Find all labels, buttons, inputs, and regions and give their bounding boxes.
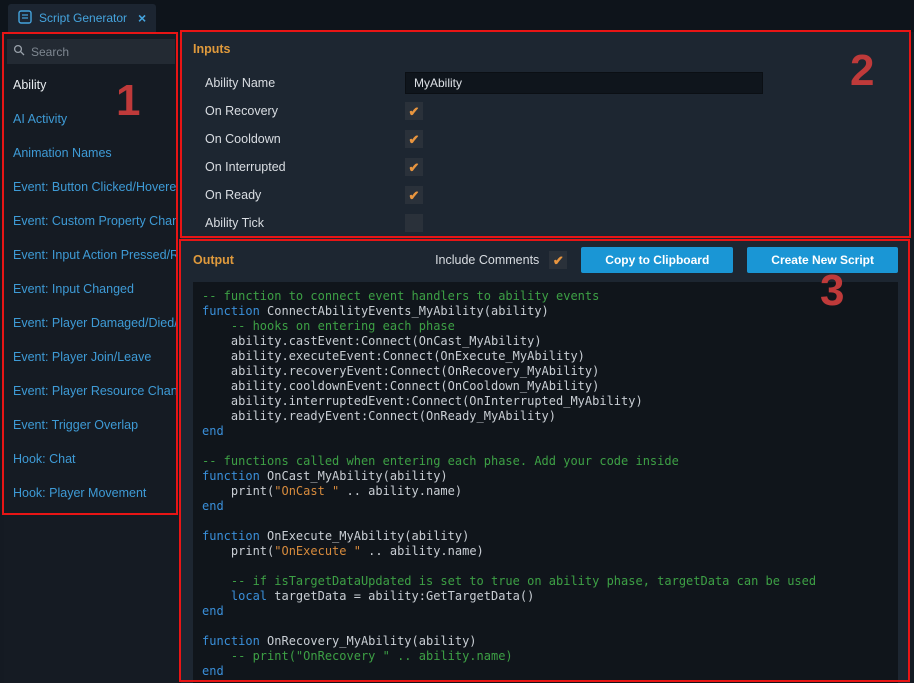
inputs-panel: Inputs Ability NameOn Recovery✔On Cooldo… (181, 32, 910, 237)
sidebar-item[interactable]: Ability (4, 68, 178, 102)
check-icon: ✔ (409, 189, 420, 202)
field-checkbox[interactable]: ✔ (405, 130, 423, 148)
sidebar-item[interactable]: Event: Input Action Pressed/Released (4, 238, 178, 272)
code-line: ability.interruptedEvent:Connect(OnInter… (202, 394, 889, 409)
sidebar-item[interactable]: Event: Player Damaged/Died/Respawn (4, 306, 178, 340)
sidebar-item-list: AbilityAI ActivityAnimation NamesEvent: … (4, 68, 178, 510)
code-line: -- functions called when entering each p… (202, 454, 889, 469)
content-area: AbilityAI ActivityAnimation NamesEvent: … (0, 32, 914, 683)
code-output[interactable]: -- function to connect event handlers to… (193, 282, 898, 683)
input-field-row: On Cooldown ✔ (193, 125, 898, 153)
code-line: ability.cooldownEvent:Connect(OnCooldown… (202, 379, 889, 394)
code-line: -- print("OnRecovery " .. ability.name) (202, 649, 889, 664)
code-line: end (202, 664, 889, 679)
output-header: Output Include Comments ✔ Copy to Clipbo… (193, 247, 898, 273)
sidebar-item[interactable]: Hook: Player Movement (4, 476, 178, 510)
field-label: Ability Tick (205, 216, 405, 230)
field-label: On Cooldown (205, 132, 405, 146)
code-line (202, 619, 889, 634)
code-line: function OnExecute_MyAbility(ability) (202, 529, 889, 544)
sidebar-item[interactable]: Event: Custom Property Changed (4, 204, 178, 238)
inputs-title: Inputs (193, 42, 898, 56)
code-line: function ConnectAbilityEvents_MyAbility(… (202, 304, 889, 319)
input-field-row: Ability Tick (193, 209, 898, 237)
input-field-row: On Interrupted ✔ (193, 153, 898, 181)
tab-bar: Script Generator × (0, 0, 914, 32)
field-checkbox[interactable]: ✔ (405, 186, 423, 204)
field-label: Ability Name (205, 76, 405, 90)
field-checkbox[interactable]: ✔ (405, 102, 423, 120)
main-area: Inputs Ability NameOn Recovery✔On Cooldo… (181, 32, 910, 683)
search-icon (13, 43, 25, 61)
check-icon: ✔ (409, 105, 420, 118)
field-label: On Recovery (205, 104, 405, 118)
sidebar-item[interactable]: Event: Input Changed (4, 272, 178, 306)
code-line: ability.readyEvent:Connect(OnReady_MyAbi… (202, 409, 889, 424)
input-field-row: On Ready ✔ (193, 181, 898, 209)
search-input[interactable] (31, 45, 169, 59)
sidebar: AbilityAI ActivityAnimation NamesEvent: … (4, 32, 178, 683)
code-line: ability.recoveryEvent:Connect(OnRecovery… (202, 364, 889, 379)
search-box[interactable] (7, 39, 175, 64)
output-panel: Output Include Comments ✔ Copy to Clipbo… (181, 237, 910, 683)
output-title: Output (193, 253, 234, 267)
sidebar-item[interactable]: AI Activity (4, 102, 178, 136)
code-line: print("OnExecute " .. ability.name) (202, 544, 889, 559)
sidebar-item[interactable]: Animation Names (4, 136, 178, 170)
input-field-row: Ability Name (193, 69, 898, 97)
code-line (202, 439, 889, 454)
check-icon: ✔ (409, 133, 420, 146)
sidebar-item[interactable]: Hook: Chat (4, 442, 178, 476)
check-icon: ✔ (553, 254, 564, 267)
include-comments-checkbox[interactable]: ✔ (549, 251, 567, 269)
code-line (202, 514, 889, 529)
output-header-controls: Include Comments ✔ Copy to Clipboard Cre… (435, 247, 898, 273)
script-generator-icon (18, 10, 32, 27)
code-line: print("OnCast " .. ability.name) (202, 484, 889, 499)
code-line: -- hooks on entering each phase (202, 319, 889, 334)
code-line: local targetData = ability:GetTargetData… (202, 589, 889, 604)
code-line: -- if isTargetDataUpdated is set to true… (202, 574, 889, 589)
sidebar-item[interactable]: Event: Player Join/Leave (4, 340, 178, 374)
check-icon: ✔ (409, 161, 420, 174)
include-comments-label: Include Comments (435, 253, 539, 267)
code-line: end (202, 424, 889, 439)
ability-name-input[interactable] (405, 72, 763, 94)
tab-script-generator[interactable]: Script Generator × (8, 4, 156, 32)
sidebar-item[interactable]: Event: Button Clicked/Hovered (4, 170, 178, 204)
code-line: function OnCast_MyAbility(ability) (202, 469, 889, 484)
code-line: end (202, 499, 889, 514)
field-checkbox[interactable]: ✔ (405, 158, 423, 176)
code-line (202, 559, 889, 574)
input-field-row: On Recovery ✔ (193, 97, 898, 125)
inputs-field-list: Ability NameOn Recovery✔On Cooldown✔On I… (193, 69, 898, 237)
sidebar-item[interactable]: Event: Player Resource Changed (4, 374, 178, 408)
tab-label: Script Generator (39, 11, 127, 25)
sidebar-item[interactable]: Event: Trigger Overlap (4, 408, 178, 442)
field-label: On Interrupted (205, 160, 405, 174)
tab-close-icon[interactable]: × (138, 10, 146, 26)
code-line: function OnRecovery_MyAbility(ability) (202, 634, 889, 649)
copy-to-clipboard-button[interactable]: Copy to Clipboard (581, 247, 733, 273)
field-checkbox[interactable] (405, 214, 423, 232)
script-generator-window: Script Generator × AbilityAI ActivityAni… (0, 0, 914, 683)
code-line: ability.executeEvent:Connect(OnExecute_M… (202, 349, 889, 364)
code-line: end (202, 604, 889, 619)
create-new-script-button[interactable]: Create New Script (747, 247, 898, 273)
code-line: -- function to connect event handlers to… (202, 289, 889, 304)
field-label: On Ready (205, 188, 405, 202)
code-line: ability.castEvent:Connect(OnCast_MyAbili… (202, 334, 889, 349)
